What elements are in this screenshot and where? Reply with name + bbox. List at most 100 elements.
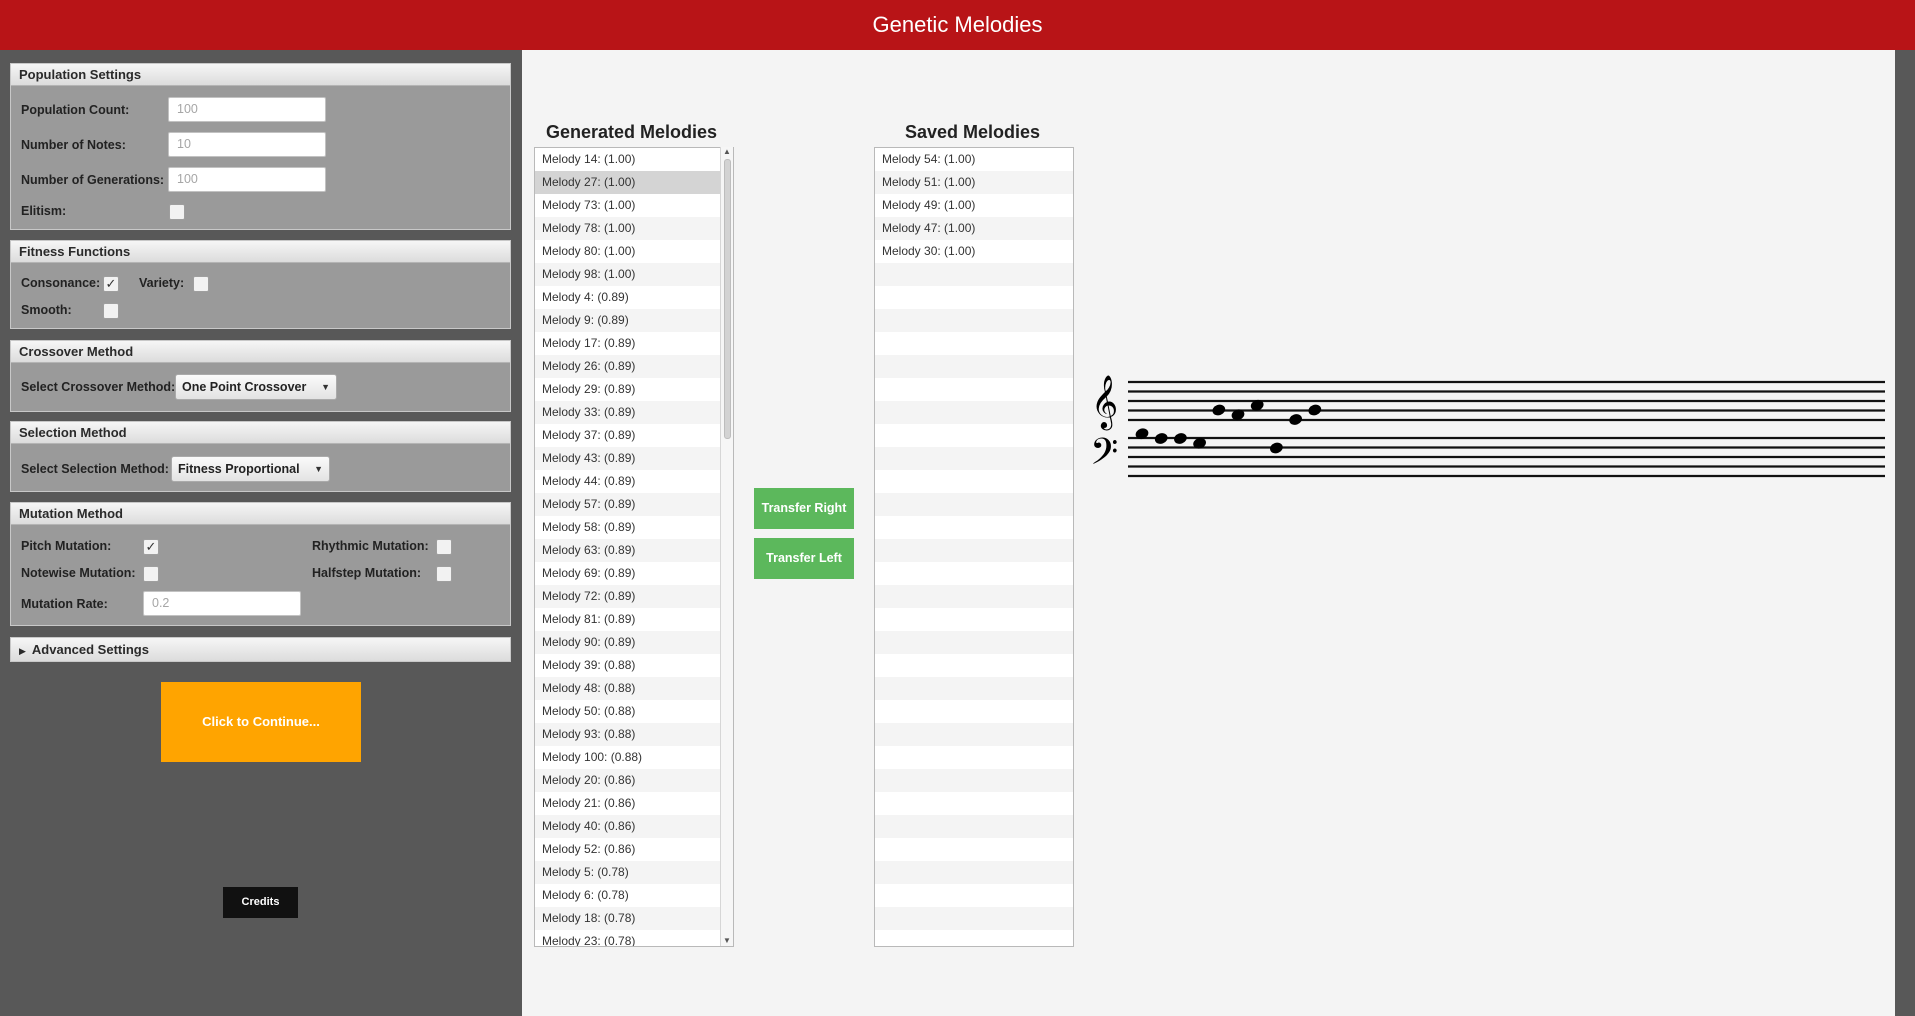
empty-list-row	[875, 401, 1073, 424]
generated-melody-item[interactable]: Melody 50: (0.88)	[535, 700, 733, 723]
population-settings-panel: Population Settings Population Count: 10…	[10, 63, 511, 230]
treble-clef-icon: 𝄞	[1091, 374, 1118, 430]
empty-list-row	[875, 332, 1073, 355]
empty-list-row	[875, 539, 1073, 562]
generated-melody-item[interactable]: Melody 6: (0.78)	[535, 884, 733, 907]
generated-melody-item[interactable]: Melody 52: (0.86)	[535, 838, 733, 861]
generated-melody-item[interactable]: Melody 69: (0.89)	[535, 562, 733, 585]
scrollbar-thumb[interactable]	[724, 159, 731, 439]
population-settings-header: Population Settings	[11, 64, 510, 86]
note-head	[1154, 433, 1168, 444]
transfer-right-button[interactable]: Transfer Right	[754, 488, 854, 529]
elitism-checkbox[interactable]	[169, 204, 185, 220]
generated-melody-item[interactable]: Melody 57: (0.89)	[535, 493, 733, 516]
generated-melody-item[interactable]: Melody 80: (1.00)	[535, 240, 733, 263]
generated-list-scrollbar[interactable]: ▲ ▼	[720, 147, 733, 946]
generated-melody-item[interactable]: Melody 14: (1.00)	[535, 148, 733, 171]
generated-melody-item[interactable]: Melody 4: (0.89)	[535, 286, 733, 309]
empty-list-row	[875, 631, 1073, 654]
generated-melody-item[interactable]: Melody 78: (1.00)	[535, 217, 733, 240]
empty-list-row	[875, 355, 1073, 378]
saved-melodies-list[interactable]: Melody 54: (1.00) Melody 51: (1.00) Melody…	[874, 147, 1074, 947]
generated-melody-item[interactable]: Melody 58: (0.89)	[535, 516, 733, 539]
halfstep-mutation-checkbox[interactable]	[436, 566, 452, 582]
generated-melody-item[interactable]: Melody 23: (0.78)	[535, 930, 733, 946]
saved-melody-item[interactable]: Melody 49: (1.00)	[875, 194, 1073, 217]
notewise-mutation-checkbox[interactable]	[143, 566, 159, 582]
generated-melody-item[interactable]: Melody 48: (0.88)	[535, 677, 733, 700]
empty-list-row	[875, 378, 1073, 401]
generated-melody-item[interactable]: Melody 98: (1.00)	[535, 263, 733, 286]
mutation-rate-input[interactable]: 0.2	[143, 591, 301, 616]
staff-lines	[1128, 380, 1885, 478]
elitism-label: Elitism:	[21, 204, 67, 218]
saved-melody-item[interactable]: Melody 30: (1.00)	[875, 240, 1073, 263]
generated-melody-item[interactable]: Melody 93: (0.88)	[535, 723, 733, 746]
consonance-checkbox[interactable]: ✓	[103, 276, 119, 292]
credits-button[interactable]: Credits	[223, 887, 298, 918]
generated-melody-item[interactable]: Melody 44: (0.89)	[535, 470, 733, 493]
generated-melody-item[interactable]: Melody 81: (0.89)	[535, 608, 733, 631]
right-edge-strip	[1895, 50, 1915, 1016]
pitch-mutation-checkbox[interactable]: ✓	[143, 539, 159, 555]
generated-melody-item[interactable]: Melody 18: (0.78)	[535, 907, 733, 930]
scroll-up-icon[interactable]: ▲	[723, 147, 731, 156]
generated-melody-item[interactable]: Melody 73: (1.00)	[535, 194, 733, 217]
rhythmic-mutation-label: Rhythmic Mutation:	[312, 539, 429, 553]
note-head	[1174, 433, 1187, 444]
generated-melody-item[interactable]: Melody 20: (0.86)	[535, 769, 733, 792]
generated-melody-item[interactable]: Melody 72: (0.89)	[535, 585, 733, 608]
variety-label: Variety:	[139, 276, 185, 290]
saved-melody-item[interactable]: Melody 51: (1.00)	[875, 171, 1073, 194]
generated-melodies-list[interactable]: Melody 14: (1.00) Melody 27: (1.00) Melody…	[534, 147, 734, 947]
empty-list-row	[875, 562, 1073, 585]
smooth-checkbox[interactable]	[103, 303, 119, 319]
generated-melody-item[interactable]: Melody 39: (0.88)	[535, 654, 733, 677]
generated-melody-item[interactable]: Melody 21: (0.86)	[535, 792, 733, 815]
crossover-method-select[interactable]: One Point Crossover ▼	[175, 374, 337, 400]
generated-melody-item[interactable]: Melody 63: (0.89)	[535, 539, 733, 562]
note-head	[1308, 404, 1322, 416]
consonance-label: Consonance:	[21, 276, 101, 290]
chevron-right-icon: ▶	[19, 646, 26, 656]
generated-melody-item[interactable]: Melody 17: (0.89)	[535, 332, 733, 355]
rhythmic-mutation-checkbox[interactable]	[436, 539, 452, 555]
generated-melody-item[interactable]: Melody 33: (0.89)	[535, 401, 733, 424]
generated-melody-item[interactable]: Melody 5: (0.78)	[535, 861, 733, 884]
generated-melody-item[interactable]: Melody 27: (1.00)	[535, 171, 733, 194]
selection-method-select[interactable]: Fitness Proportional ▼	[171, 456, 330, 482]
continue-button[interactable]: Click to Continue...	[161, 682, 361, 762]
advanced-settings-toggle[interactable]: ▶ Advanced Settings	[10, 637, 511, 662]
generated-melody-item[interactable]: Melody 100: (0.88)	[535, 746, 733, 769]
variety-checkbox[interactable]	[193, 276, 209, 292]
saved-melody-item[interactable]: Melody 54: (1.00)	[875, 148, 1073, 171]
note-head	[1270, 442, 1283, 454]
scroll-down-icon[interactable]: ▼	[723, 936, 731, 945]
selection-select-label: Select Selection Method:	[21, 462, 169, 476]
saved-melody-item[interactable]: Melody 47: (1.00)	[875, 217, 1073, 240]
smooth-label: Smooth:	[21, 303, 72, 317]
selection-selected-value: Fitness Proportional	[178, 462, 300, 476]
empty-list-row	[875, 493, 1073, 516]
generated-melody-item[interactable]: Melody 43: (0.89)	[535, 447, 733, 470]
empty-list-row	[875, 516, 1073, 539]
generated-melody-item[interactable]: Melody 26: (0.89)	[535, 355, 733, 378]
bass-clef-icon: 𝄢	[1090, 431, 1118, 482]
number-of-generations-input[interactable]: 100	[168, 167, 326, 192]
empty-list-row	[875, 424, 1073, 447]
mutation-rate-label: Mutation Rate:	[21, 597, 108, 611]
empty-list-row	[875, 585, 1073, 608]
generated-melody-item[interactable]: Melody 90: (0.89)	[535, 631, 733, 654]
transfer-left-button[interactable]: Transfer Left	[754, 538, 854, 579]
halfstep-mutation-label: Halfstep Mutation:	[312, 566, 422, 580]
app-title-bar: Genetic Melodies	[0, 0, 1915, 50]
generated-melody-item[interactable]: Melody 29: (0.89)	[535, 378, 733, 401]
chevron-down-icon: ▼	[314, 464, 323, 474]
generated-melody-item[interactable]: Melody 40: (0.86)	[535, 815, 733, 838]
number-of-generations-label: Number of Generations:	[21, 173, 165, 187]
number-of-notes-input[interactable]: 10	[168, 132, 326, 157]
generated-melody-item[interactable]: Melody 9: (0.89)	[535, 309, 733, 332]
empty-list-row	[875, 677, 1073, 700]
generated-melody-item[interactable]: Melody 37: (0.89)	[535, 424, 733, 447]
population-count-input[interactable]: 100	[168, 97, 326, 122]
